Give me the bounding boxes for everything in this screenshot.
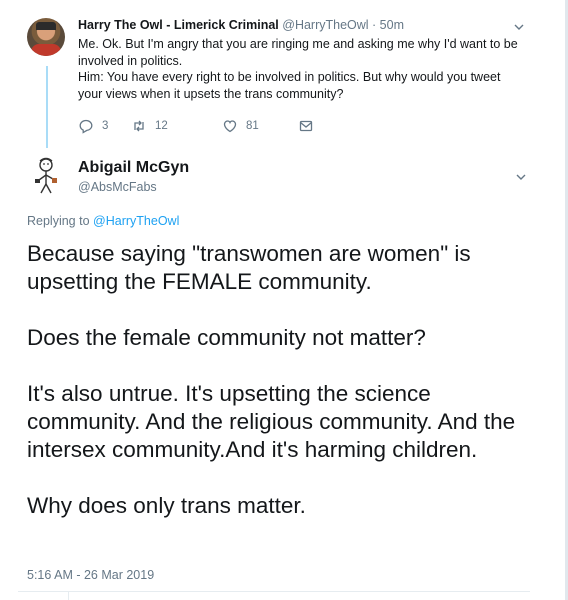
- author-name[interactable]: Abigail McGyn: [78, 159, 189, 177]
- retweet-icon: [134, 120, 144, 132]
- direct-message-button[interactable]: [298, 118, 322, 134]
- replying-to: Replying to @HarryTheOwl: [27, 214, 179, 228]
- tweet-time[interactable]: · 50m: [372, 18, 404, 32]
- tweet-text-line: Me. Ok. But I'm angry that you are ringi…: [78, 37, 518, 68]
- tweet-text: Because saying "transwomen are women" is…: [27, 241, 516, 518]
- divider: [18, 591, 530, 592]
- chevron-down-icon[interactable]: [514, 22, 524, 32]
- retweet-button[interactable]: 12: [131, 118, 168, 134]
- avatar[interactable]: [26, 156, 66, 196]
- reply-button[interactable]: 3: [78, 118, 108, 134]
- tweet-actions: 3 12 81: [78, 118, 318, 136]
- thread-line: [46, 66, 48, 148]
- like-count: 81: [246, 120, 259, 132]
- parent-tweet-header: Harry The Owl - Limerick Criminal @Harry…: [78, 18, 404, 32]
- retweet-count: 12: [155, 120, 168, 132]
- reply-count: 3: [102, 120, 109, 132]
- direct-message-icon: [299, 120, 313, 132]
- avatar-hat: [36, 22, 56, 30]
- replying-to-handle-link[interactable]: @HarryTheOwl: [93, 214, 179, 228]
- avatar-shirt: [31, 44, 61, 56]
- replying-to-label: Replying to: [27, 214, 90, 228]
- reply-icon: [79, 119, 93, 134]
- parent-tweet-body: Me. Ok. But I'm angry that you are ringi…: [78, 36, 518, 102]
- author-name[interactable]: Harry The Owl - Limerick Criminal: [78, 18, 279, 32]
- author-handle[interactable]: @HarryTheOwl: [282, 18, 368, 32]
- tweet-text-line: Him: You have every right to be involved…: [78, 70, 501, 101]
- like-button[interactable]: 81: [222, 118, 259, 134]
- author-handle[interactable]: @AbsMcFabs: [78, 180, 157, 194]
- divider: [68, 592, 69, 600]
- avatar[interactable]: [27, 18, 65, 56]
- like-icon: [223, 120, 237, 133]
- chevron-down-icon[interactable]: [516, 172, 526, 182]
- tweet-timestamp[interactable]: 5:16 AM - 26 Mar 2019: [27, 568, 154, 582]
